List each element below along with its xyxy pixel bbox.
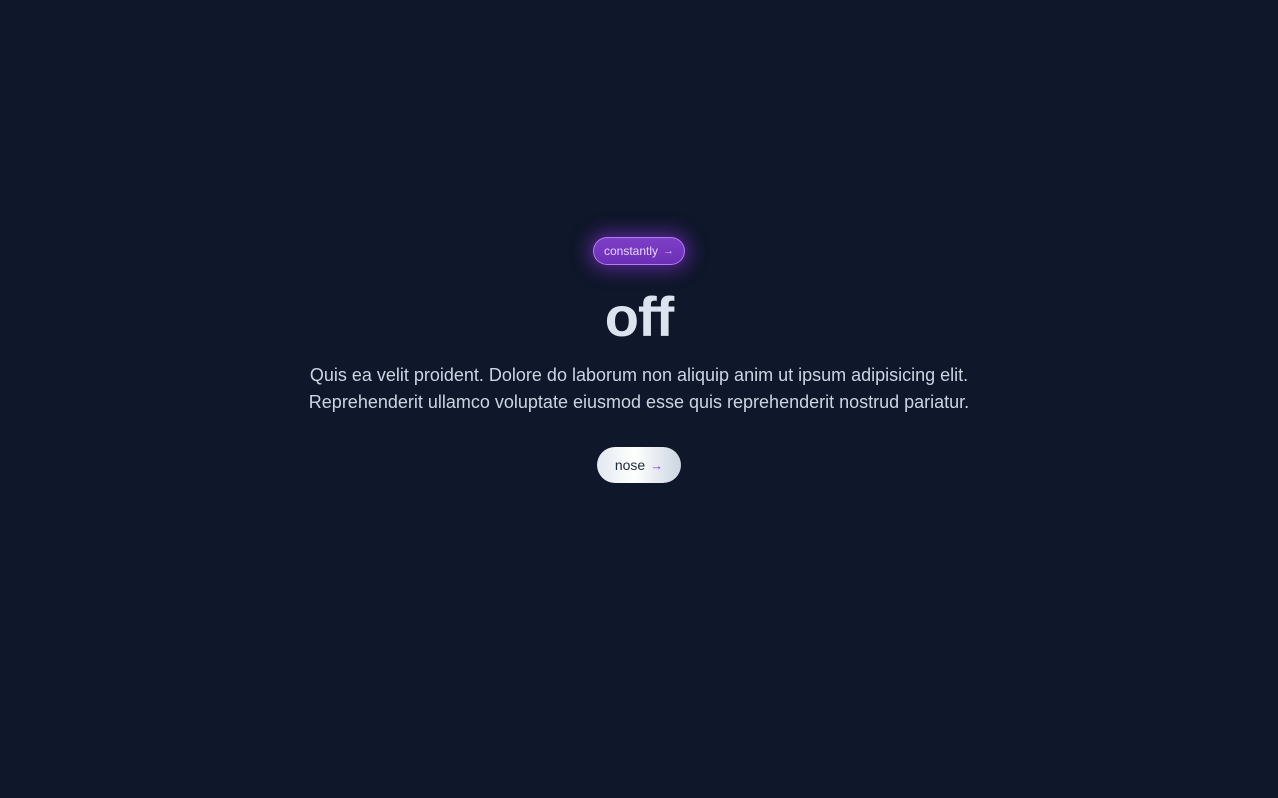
arrow-right-icon: →	[663, 244, 675, 257]
hero-section: constantly → off Quis ea velit proident.…	[0, 0, 1278, 798]
arrow-right-icon: →	[650, 457, 664, 473]
hero-description: Quis ea velit proident. Dolore do laboru…	[0, 362, 1278, 416]
cta-label: nose	[614, 457, 646, 473]
announcement-badge[interactable]: constantly →	[593, 237, 685, 265]
cta-button[interactable]: nose →	[597, 447, 681, 483]
badge-label: constantly	[603, 244, 659, 258]
hero-description-line-1: Quis ea velit proident. Dolore do laboru…	[309, 365, 969, 385]
hero-description-line-2: Reprehenderit ullamco voluptate eiusmod …	[308, 392, 970, 412]
page-title: off	[604, 285, 675, 348]
